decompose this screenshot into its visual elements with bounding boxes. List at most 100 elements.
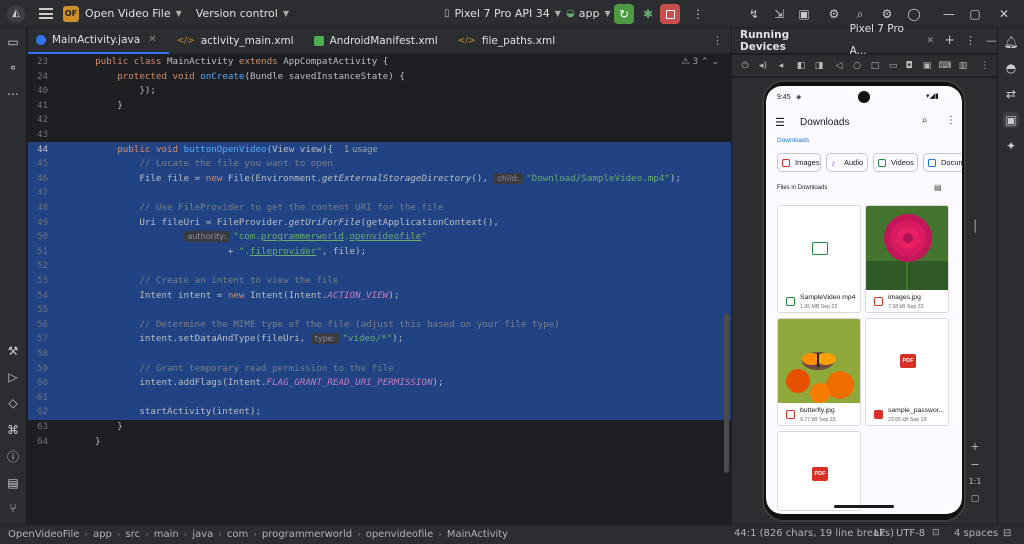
file-card[interactable]: PDF: [777, 431, 861, 511]
code-editor[interactable]: ⚠ 3 ⌃ ⌄ 23 24 40 41 42 43 44 45 46 47 48 49 50 51 52 53…: [28, 55, 731, 524]
line-number[interactable]: 23: [28, 55, 48, 70]
close-icon[interactable]: ✕: [148, 34, 156, 45]
zoom-out-button[interactable]: −: [967, 458, 983, 471]
more-icon[interactable]: ⋮: [978, 59, 992, 73]
line-number[interactable]: 63: [28, 420, 48, 435]
volume-up-icon[interactable]: ◂): [756, 59, 770, 73]
chip-videos[interactable]: Videos: [873, 153, 918, 172]
file-encoding[interactable]: UTF-8: [896, 528, 925, 539]
run-icon[interactable]: ▷: [5, 369, 21, 385]
line-number[interactable]: 57: [28, 332, 48, 347]
line-number[interactable]: 56: [28, 318, 48, 333]
rerun-button[interactable]: ↻: [614, 4, 634, 24]
apply-code-changes-icon[interactable]: ⇲: [771, 6, 787, 22]
line-number[interactable]: 42: [28, 113, 48, 128]
line-number[interactable]: 59: [28, 362, 48, 377]
overflow-menu-icon[interactable]: ⋮: [946, 115, 956, 126]
minimize-panel-icon[interactable]: —: [986, 34, 997, 47]
debug-button[interactable]: ✱: [638, 4, 658, 24]
tab-android-manifest[interactable]: AndroidManifest.xml: [306, 28, 450, 54]
zoom-fit-icon[interactable]: ▢: [967, 494, 983, 504]
line-number[interactable]: 41: [28, 99, 48, 114]
project-folder-icon[interactable]: ▭: [5, 34, 21, 50]
file-card[interactable]: SampleVideo.mp4 1.06 MB Sep 23: [777, 205, 861, 313]
usage-hint[interactable]: 1 usage: [344, 145, 378, 155]
commit-icon[interactable]: ⚬: [5, 60, 21, 76]
device-manager-icon[interactable]: ▣: [796, 6, 812, 22]
zoom-actual-size-button[interactable]: 1:1: [967, 477, 983, 486]
more-actions-icon[interactable]: ⋮: [690, 6, 706, 22]
line-number[interactable]: 49: [28, 216, 48, 231]
breadcrumb-item[interactable]: com: [227, 529, 248, 540]
terminal-icon[interactable]: ▤: [5, 475, 21, 491]
tab-activity-main[interactable]: </> activity_main.xml: [169, 28, 306, 54]
breadcrumb-item[interactable]: java: [192, 529, 213, 540]
breadcrumb-item[interactable]: OpenVideoFile: [8, 529, 79, 540]
line-separator[interactable]: LF: [874, 528, 885, 539]
code-area[interactable]: public class MainActivity extends AppCom…: [84, 55, 731, 524]
keyboard-icon[interactable]: ⌨: [938, 59, 952, 73]
phone-screen[interactable]: 9:45 ◈ ▾◢▮ ☰ Downloads ⌕ ⋮ Downloads Ima…: [766, 86, 962, 514]
line-number[interactable]: 50: [28, 230, 48, 245]
breadcrumb[interactable]: Downloads: [777, 137, 809, 144]
add-device-icon[interactable]: +: [944, 33, 955, 48]
logcat-icon[interactable]: ⌘: [5, 422, 21, 438]
tab-file-paths[interactable]: </> file_paths.xml: [450, 28, 567, 54]
running-devices-icon[interactable]: ▣: [1003, 112, 1019, 128]
gesture-nav-handle[interactable]: [834, 505, 894, 508]
breadcrumb-item[interactable]: openvideofile: [366, 529, 434, 540]
line-number[interactable]: 62: [28, 405, 48, 420]
chip-images[interactable]: Images: [777, 153, 821, 172]
maximize-icon[interactable]: ▢: [967, 6, 983, 22]
line-number[interactable]: 48: [28, 201, 48, 216]
tab-mainactivity[interactable]: MainActivity.java ✕: [28, 28, 169, 54]
git-branch-icon[interactable]: ⑂: [5, 500, 21, 516]
breadcrumb-item[interactable]: MainActivity: [447, 529, 508, 540]
line-number[interactable]: 40: [28, 84, 48, 99]
line-number[interactable]: 55: [28, 303, 48, 318]
stop-button[interactable]: [660, 4, 680, 24]
caret-position[interactable]: 44:1 (826 chars, 19 line breaks): [734, 528, 894, 539]
minimize-icon[interactable]: —: [941, 6, 957, 22]
breadcrumb-item[interactable]: main: [154, 529, 179, 540]
back-icon[interactable]: ◁: [832, 59, 846, 73]
search-icon[interactable]: ⌕: [922, 115, 928, 126]
screen-record-icon[interactable]: ▭: [886, 59, 900, 73]
volume-down-icon[interactable]: ◂: [774, 59, 788, 73]
line-number[interactable]: 43: [28, 128, 48, 143]
main-menu-icon[interactable]: [39, 8, 53, 19]
build-hammer-icon[interactable]: ⚒: [5, 343, 21, 359]
list-view-icon[interactable]: ▤: [934, 183, 942, 192]
line-number[interactable]: 52: [28, 259, 48, 274]
project-selector[interactable]: Open Video File ▼: [85, 7, 182, 20]
line-number[interactable]: 46: [28, 172, 48, 187]
file-card[interactable]: PDF sample_passwor... 23.05 kB Sep 19: [865, 318, 949, 426]
line-number[interactable]: 61: [28, 391, 48, 406]
overview-icon[interactable]: □: [868, 59, 882, 73]
file-card[interactable]: images.jpg 7.58 kB Sep 23: [865, 205, 949, 313]
app-quality-icon[interactable]: ◇: [5, 395, 21, 411]
line-number[interactable]: 44: [28, 143, 48, 158]
device-selector[interactable]: ▯ Pixel 7 Pro API 34 ▼: [444, 7, 561, 20]
rotate-right-icon[interactable]: ◨: [812, 59, 826, 73]
indent-setting[interactable]: 4 spaces: [954, 528, 998, 539]
gemini-icon[interactable]: ✦: [1003, 138, 1019, 154]
close-icon[interactable]: ✕: [996, 6, 1012, 22]
chip-documents[interactable]: Docum: [923, 153, 962, 172]
close-icon[interactable]: ✕: [927, 36, 935, 46]
line-number[interactable]: 51: [28, 245, 48, 260]
vcs-selector[interactable]: Version control ▼: [196, 7, 289, 20]
android-studio-logo-icon[interactable]: ◭: [7, 4, 25, 23]
power-icon[interactable]: ⏻: [738, 59, 752, 73]
run-config-selector[interactable]: ◒ app ▼: [566, 7, 611, 20]
zoom-in-button[interactable]: +: [967, 440, 983, 453]
line-number[interactable]: 45: [28, 157, 48, 172]
line-number[interactable]: 53: [28, 274, 48, 289]
screenshot-icon[interactable]: ▣: [920, 59, 934, 73]
camera-icon[interactable]: ◘: [902, 59, 916, 73]
notifications-icon[interactable]: 🔔︎: [1003, 34, 1019, 50]
more-options-icon[interactable]: ⋮: [965, 34, 976, 47]
rotate-left-icon[interactable]: ◧: [794, 59, 808, 73]
drawer-menu-icon[interactable]: ☰: [775, 116, 785, 129]
device-manager-icon[interactable]: ⇄: [1003, 86, 1019, 102]
